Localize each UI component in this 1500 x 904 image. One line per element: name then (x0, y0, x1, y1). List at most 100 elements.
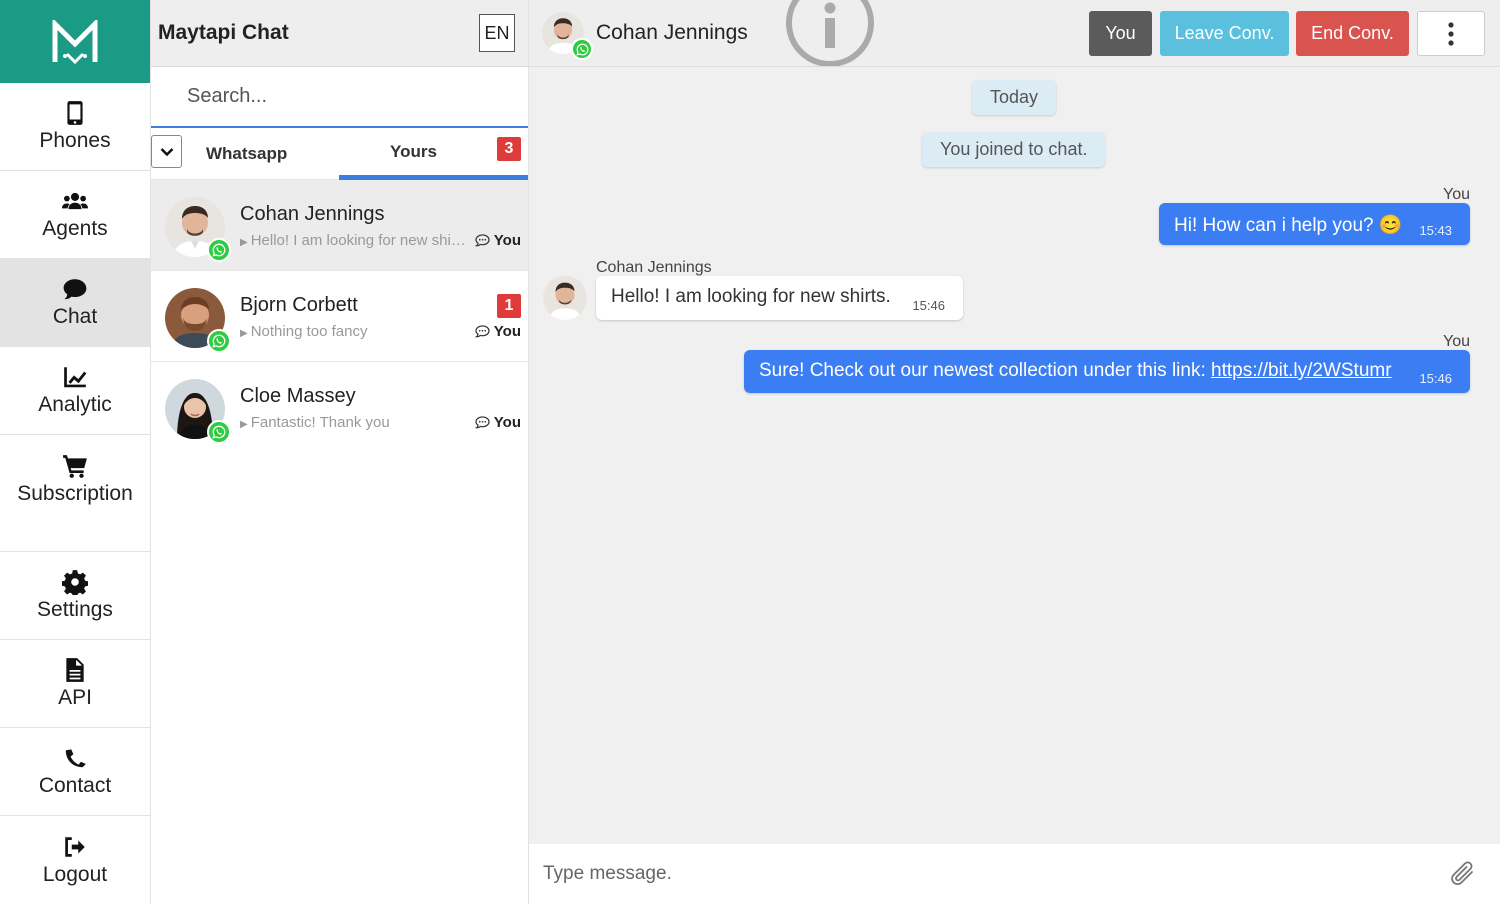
conversation-owner-label: You (493, 232, 521, 249)
avatar-image (543, 276, 587, 320)
end-conversation-button[interactable]: End Conv. (1296, 11, 1409, 56)
nav-label-logout: Logout (42, 862, 108, 886)
nav-label-api: API (58, 686, 92, 709)
message-text-prefix: Sure! Check out our newest collection un… (759, 360, 1212, 381)
list-header: Maytapi Chat EN (151, 0, 528, 67)
caret-right-icon: ▶ (240, 328, 248, 339)
nav-label-analytic: Analytic (38, 393, 112, 416)
phone-icon (67, 101, 83, 125)
paperclip-icon[interactable] (1448, 859, 1478, 889)
nav-item-settings[interactable]: Settings (0, 552, 150, 640)
whatsapp-icon (207, 238, 231, 262)
maytapi-logo-icon (52, 19, 98, 64)
message-time: 15:43 (1419, 223, 1452, 238)
message-sender: Cohan Jennings (596, 259, 712, 276)
message-bubble-incoming: Hello! I am looking for new shirts. 15:4… (596, 276, 963, 320)
nav-item-logout[interactable]: Logout (0, 816, 150, 904)
conversation-owner-label: You (493, 414, 521, 431)
message-bubble-outgoing: Sure! Check out our newest collection un… (744, 350, 1470, 393)
conversation-name: Cloe Massey (240, 385, 356, 407)
more-options-button[interactable] (1417, 11, 1485, 56)
conversation-owner-label: You (493, 323, 521, 340)
nav-item-api[interactable]: API (0, 640, 150, 728)
whatsapp-icon (207, 420, 231, 444)
message-time: 15:46 (1419, 371, 1452, 386)
phone-call-icon (65, 749, 86, 768)
leave-conversation-button[interactable]: Leave Conv. (1160, 11, 1289, 56)
message-link[interactable]: https://bit.ly/2WStumr (1211, 360, 1392, 381)
nav-item-phones[interactable]: Phones (0, 83, 150, 171)
tab-whatsapp[interactable]: Whatsapp (206, 128, 287, 180)
message-bubble-outgoing: Hi! How can i help you? 😊 15:43 (1159, 203, 1470, 245)
conversation-preview-text: Nothing too fancy (250, 323, 368, 340)
whatsapp-glyph (212, 334, 226, 348)
conversation-owner: You (474, 323, 521, 340)
tab-yours[interactable]: Yours 3 (339, 128, 528, 180)
conversation-name: Bjorn Corbett (240, 294, 358, 316)
sign-out-icon (65, 836, 85, 857)
message-sender: You (1443, 186, 1470, 203)
unread-count-badge: 1 (497, 294, 521, 318)
conversation-preview-text: Fantastic! Thank you (250, 414, 390, 431)
whatsapp-glyph (575, 43, 588, 56)
nav-label-subscription: Subscription (17, 482, 133, 505)
nav-label-phones: Phones (39, 129, 111, 152)
contact-name[interactable]: Cohan Jennings (596, 21, 748, 45)
language-button[interactable]: EN (479, 14, 515, 52)
maytapi-logo[interactable] (0, 0, 150, 83)
conversation-item[interactable]: Bjorn Corbett 1 ▶ Nothing too fancy You (151, 271, 528, 362)
conversation-item[interactable]: Cohan Jennings ▶ Hello! I am looking for … (151, 180, 528, 271)
whatsapp-glyph (212, 243, 226, 257)
conversation-owner: You (474, 414, 521, 431)
tab-yours-label: Yours (390, 141, 437, 161)
message-sender: You (1443, 333, 1470, 350)
comment-outline-icon (474, 325, 490, 338)
conversation-name: Cohan Jennings (240, 203, 385, 225)
comment-outline-icon (474, 234, 490, 247)
nav-item-analytic[interactable]: Analytic (0, 347, 150, 435)
nav-item-subscription[interactable]: Subscription (0, 435, 150, 552)
nav-label-agents: Agents (42, 217, 108, 240)
app-title: Maytapi Chat (158, 21, 289, 44)
nav-item-chat[interactable]: Chat (0, 259, 150, 347)
message-composer (529, 844, 1500, 904)
conversation-tabs: Whatsapp Yours 3 (151, 128, 528, 180)
comment-icon (63, 279, 87, 300)
main-nav: Phones Agents Chat Analytic Subscription… (0, 0, 151, 904)
conversation-item[interactable]: Cloe Massey ▶ Fantastic! Thank you You (151, 362, 528, 453)
chevron-down-icon (160, 147, 173, 156)
nav-item-agents[interactable]: Agents (0, 171, 150, 259)
chart-line-icon (64, 367, 87, 388)
info-icon[interactable] (785, 0, 875, 67)
comment-outline-icon (474, 416, 490, 429)
assigned-agent-button[interactable]: You (1089, 11, 1152, 56)
whatsapp-icon (207, 329, 231, 353)
nav-label-chat: Chat (52, 305, 98, 328)
avatar (543, 276, 587, 320)
kebab-menu-icon (1448, 21, 1454, 46)
caret-right-icon: ▶ (240, 237, 248, 248)
caret-right-icon: ▶ (240, 419, 248, 430)
nav-label-contact: Contact (38, 774, 112, 797)
gear-icon (62, 570, 88, 595)
users-icon (62, 192, 88, 210)
search-input[interactable] (187, 85, 487, 108)
nav-label-settings: Settings (37, 598, 113, 621)
message-text: Sure! Check out our newest collection un… (759, 360, 1392, 382)
conversation-preview: ▶ Hello! I am looking for new shirts. (240, 232, 468, 249)
whatsapp-icon (571, 38, 593, 60)
date-separator: Today (972, 80, 1057, 115)
conversation-owner: You (474, 232, 521, 249)
conversation-list-panel: Maytapi Chat EN Whatsapp Yours 3 Cohan J… (151, 0, 529, 904)
nav-item-contact[interactable]: Contact (0, 728, 150, 816)
whatsapp-glyph (212, 425, 226, 439)
chat-header: Cohan Jennings You Leave Conv. End Conv. (529, 0, 1500, 67)
file-icon (66, 658, 84, 682)
system-message: You joined to chat. (922, 132, 1106, 167)
message-time: 15:46 (912, 298, 945, 313)
message-text: Hello! I am looking for new shirts. (611, 286, 891, 307)
filter-dropdown[interactable] (151, 135, 182, 168)
conversation-preview-text: Hello! I am looking for new shirts. (250, 232, 468, 249)
message-input[interactable] (543, 863, 1423, 885)
cart-icon (63, 455, 87, 478)
